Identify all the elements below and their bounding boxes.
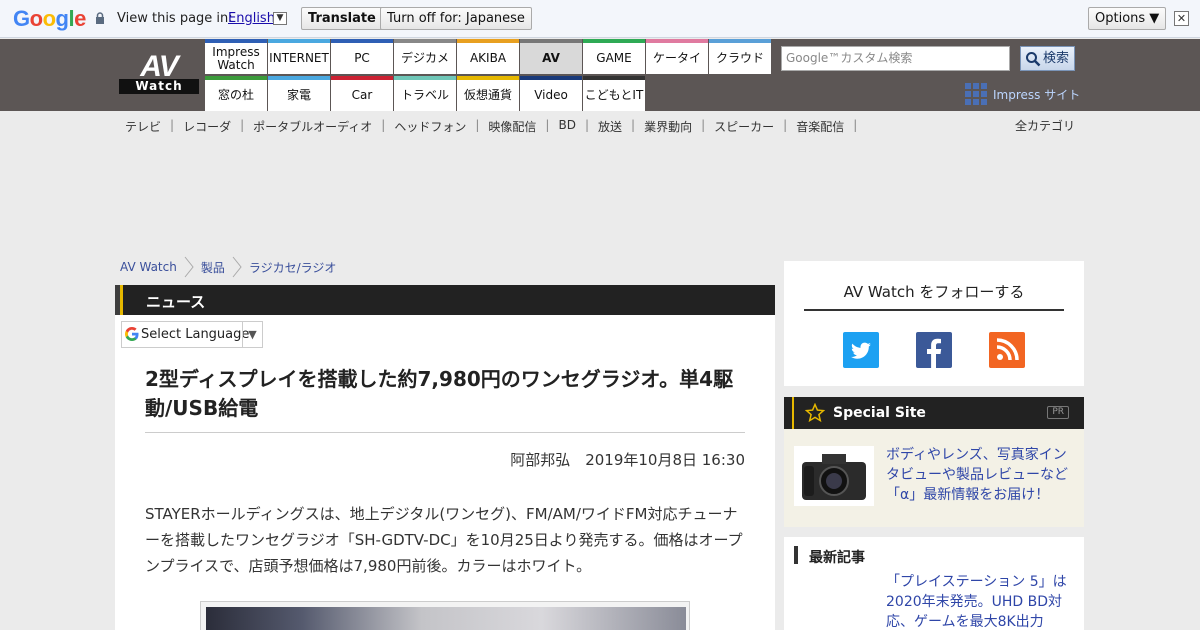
chevron-right-icon [232,256,242,278]
nav-item[interactable]: トラベル [394,76,456,111]
nav-item[interactable]: 窓の杜 [205,76,267,111]
category-link[interactable]: ヘッドフォン [389,118,471,134]
category-separator: | [381,118,386,132]
chevron-right-icon [184,256,194,278]
latest-title: 最新記事 [809,550,865,566]
category-separator: | [701,118,706,132]
grid-icon [965,83,987,105]
search-button[interactable]: 検索 [1020,46,1075,71]
category-separator: | [545,118,550,132]
lock-icon [96,12,104,24]
google-g-icon [125,327,139,341]
nav-item[interactable]: Car [331,76,393,111]
latest-articles-box: 最新記事 「プレイステーション 5」は2020年末発売。UHD BD対応、ゲーム… [784,537,1084,630]
latest-article-link[interactable]: 「プレイステーション 5」は2020年末発売。UHD BD対応、ゲームを最大8K… [886,572,1076,630]
nav-item[interactable]: AV [520,39,582,74]
language-link[interactable]: English [228,11,275,26]
turn-off-button[interactable]: Turn off for: Japanese [380,7,532,30]
nav-item[interactable]: 仮想通貨 [457,76,519,111]
google-translate-bar: Google View this page in: English ▼ Tran… [0,0,1200,38]
facebook-button[interactable] [916,332,952,368]
search-input[interactable]: Google™カスタム検索 [781,46,1010,71]
site-nav: Impress Watch INTERNET PC デジカメ AKIBA AV GAME ケー… [205,39,771,111]
breadcrumb-item[interactable]: ラジカセ/ラジオ [249,259,337,276]
category-separator: | [584,118,589,132]
nav-item[interactable]: GAME [583,39,645,74]
category-link[interactable]: 業界動向 [639,118,697,134]
star-icon [805,403,825,423]
search-icon [1026,52,1041,67]
article-byline: 阿部邦弘 2019年10月8日 16:30 [510,451,745,469]
category-nav: テレビ | レコーダ | ポータブルオーディオ | ヘッドフォン | 映像配信 | BD | 放送 | 業界… [120,118,861,134]
twitter-button[interactable] [843,332,879,368]
nav-item[interactable]: Impress Watch [205,39,267,74]
view-page-label: View this page in: [117,11,233,26]
nav-item[interactable]: PC [331,39,393,74]
category-separator: | [475,118,480,132]
category-separator: | [631,118,636,132]
rss-button[interactable] [989,332,1025,368]
category-link[interactable]: 放送 [593,118,627,134]
special-site-title: Special Site [833,405,926,421]
article-main: ニュース Select Language ▼ 2型ディスプレイを搭載した約7,9… [115,285,775,630]
breadcrumb-item[interactable]: AV Watch [120,260,177,274]
category-link[interactable]: ポータブルオーディオ [248,118,377,134]
category-link[interactable]: 映像配信 [483,118,541,134]
category-link[interactable]: BD [553,118,580,134]
close-icon[interactable]: ✕ [1174,11,1189,26]
category-link[interactable]: 音楽配信 [791,118,849,134]
section-title: ニュース [146,293,206,311]
category-separator: | [853,118,858,132]
special-site-box: Special Site PR ボディやレンズ、写真家インタビューや製品レビュー… [784,397,1084,527]
options-button[interactable]: Options ▼ [1088,7,1167,30]
rss-icon [996,338,1019,361]
dropdown-arrow-icon: ▼ [242,322,262,347]
nav-item[interactable]: INTERNET [268,39,330,74]
category-separator: | [240,118,245,132]
category-separator: | [783,118,788,132]
select-language-dropdown[interactable]: Select Language ▼ [121,321,263,348]
nav-item[interactable]: クラウド [709,39,771,74]
article-body: STAYERホールディングスは、地上デジタル(ワンセグ)、FM/AM/ワイドFM… [145,505,743,575]
special-site-link[interactable]: ボディやレンズ、写真家インタビューや製品レビューなど「α」最新情報をお届け！ [886,445,1076,505]
category-separator: | [170,118,175,132]
nav-item[interactable]: AKIBA [457,39,519,74]
language-dropdown-icon[interactable]: ▼ [273,12,287,25]
section-header: ニュース [115,285,775,315]
title-divider [145,432,745,433]
av-watch-logo[interactable]: AV Watch [119,50,199,96]
breadcrumb-item[interactable]: 製品 [201,259,225,276]
article-photo[interactable] [200,601,690,630]
nav-item[interactable]: Video [520,76,582,111]
nav-item[interactable]: こどもとIT [583,76,645,111]
follow-box: AV Watch をフォローする [784,261,1084,386]
pr-badge: PR [1047,406,1069,419]
site-header: AV Watch Impress Watch INTERNET PC デジカメ AKIB… [0,39,1200,111]
article-title: 2型ディスプレイを搭載した約7,980円のワンセグラジオ。単4駆動/USB給電 [145,367,734,420]
category-link[interactable]: スピーカー [709,118,779,134]
follow-title: AV Watch をフォローする [843,283,1025,301]
category-link[interactable]: テレビ [120,118,166,134]
nav-item[interactable]: 家電 [268,76,330,111]
camera-image[interactable] [794,446,874,506]
breadcrumb: AV Watch 製品 ラジカセ/ラジオ [120,255,336,279]
facebook-icon [927,338,942,368]
special-site-header: Special Site PR [784,397,1084,429]
category-link[interactable]: レコーダ [178,118,236,134]
twitter-icon [851,342,871,359]
translate-button[interactable]: Translate [301,7,383,30]
nav-item[interactable]: デジカメ [394,39,456,74]
all-categories-link[interactable]: 全カテゴリ [1015,117,1075,134]
google-logo: Google [13,6,86,31]
impress-site-link[interactable]: Impress サイト [965,83,1080,105]
nav-item[interactable]: ケータイ [646,39,708,74]
